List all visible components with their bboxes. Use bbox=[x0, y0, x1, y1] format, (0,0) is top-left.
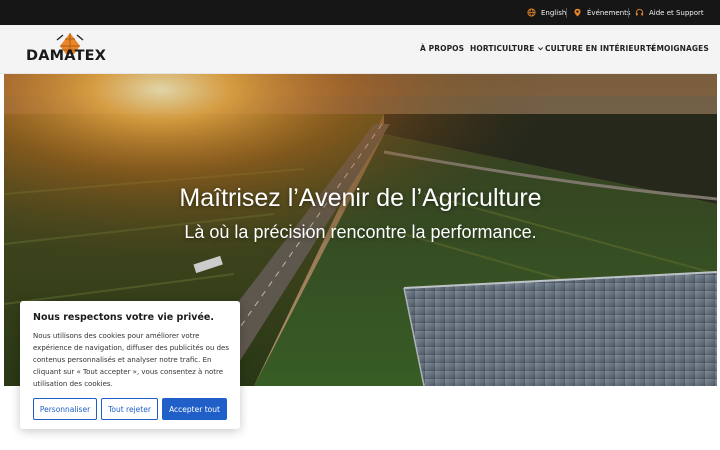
main-navbar: DAMATEX À PROPOS HORTICULTURE CULTURE EN… bbox=[0, 25, 720, 74]
chevron-down-icon bbox=[538, 47, 544, 51]
top-utility-bar: English Événements Aide et Support bbox=[0, 0, 720, 25]
nav-horticulture-label: HORTICULTURE bbox=[470, 44, 535, 53]
nav-testimonials-label: TÉMOIGNAGES bbox=[646, 44, 709, 53]
support-link[interactable]: Aide et Support bbox=[635, 0, 704, 25]
location-pin-icon bbox=[574, 8, 581, 17]
hero-title: Maîtrisez l’Avenir de l’Agriculture bbox=[179, 184, 542, 212]
reject-all-button[interactable]: Tout rejeter bbox=[101, 398, 158, 420]
cookie-title: Nous respectons votre vie privée. bbox=[33, 312, 214, 323]
hero-subtitle: Là où la précision rencontre la performa… bbox=[184, 222, 537, 242]
nav-testimonials[interactable]: TÉMOIGNAGES bbox=[646, 44, 709, 53]
nav-indoor-culture[interactable]: CULTURE EN INTÉRIEUR bbox=[545, 44, 656, 53]
headset-icon bbox=[635, 8, 644, 16]
damatex-logo[interactable]: DAMATEX bbox=[26, 32, 116, 68]
divider bbox=[628, 8, 629, 18]
customize-button[interactable]: Personnaliser bbox=[33, 398, 97, 420]
globe-icon bbox=[527, 8, 536, 17]
divider bbox=[566, 8, 567, 18]
nav-about-label: À PROPOS bbox=[420, 44, 465, 53]
nav-about[interactable]: À PROPOS bbox=[420, 44, 464, 53]
logo-text: DAMATEX bbox=[26, 48, 107, 64]
events-label: Événements bbox=[587, 8, 631, 17]
language-label: English bbox=[541, 8, 567, 17]
support-label: Aide et Support bbox=[649, 8, 704, 17]
nav-indoor-label: CULTURE EN INTÉRIEUR bbox=[545, 44, 646, 53]
accept-all-button[interactable]: Accepter tout bbox=[162, 398, 227, 420]
nav-horticulture[interactable]: HORTICULTURE bbox=[470, 44, 544, 53]
language-selector[interactable]: English bbox=[527, 0, 566, 25]
cookie-body-text: Nous utilisons des cookies pour améliore… bbox=[33, 332, 229, 388]
events-link[interactable]: Événements bbox=[573, 0, 631, 25]
cookie-consent-dialog: Nous respectons votre vie privée. Nous u… bbox=[20, 301, 240, 429]
